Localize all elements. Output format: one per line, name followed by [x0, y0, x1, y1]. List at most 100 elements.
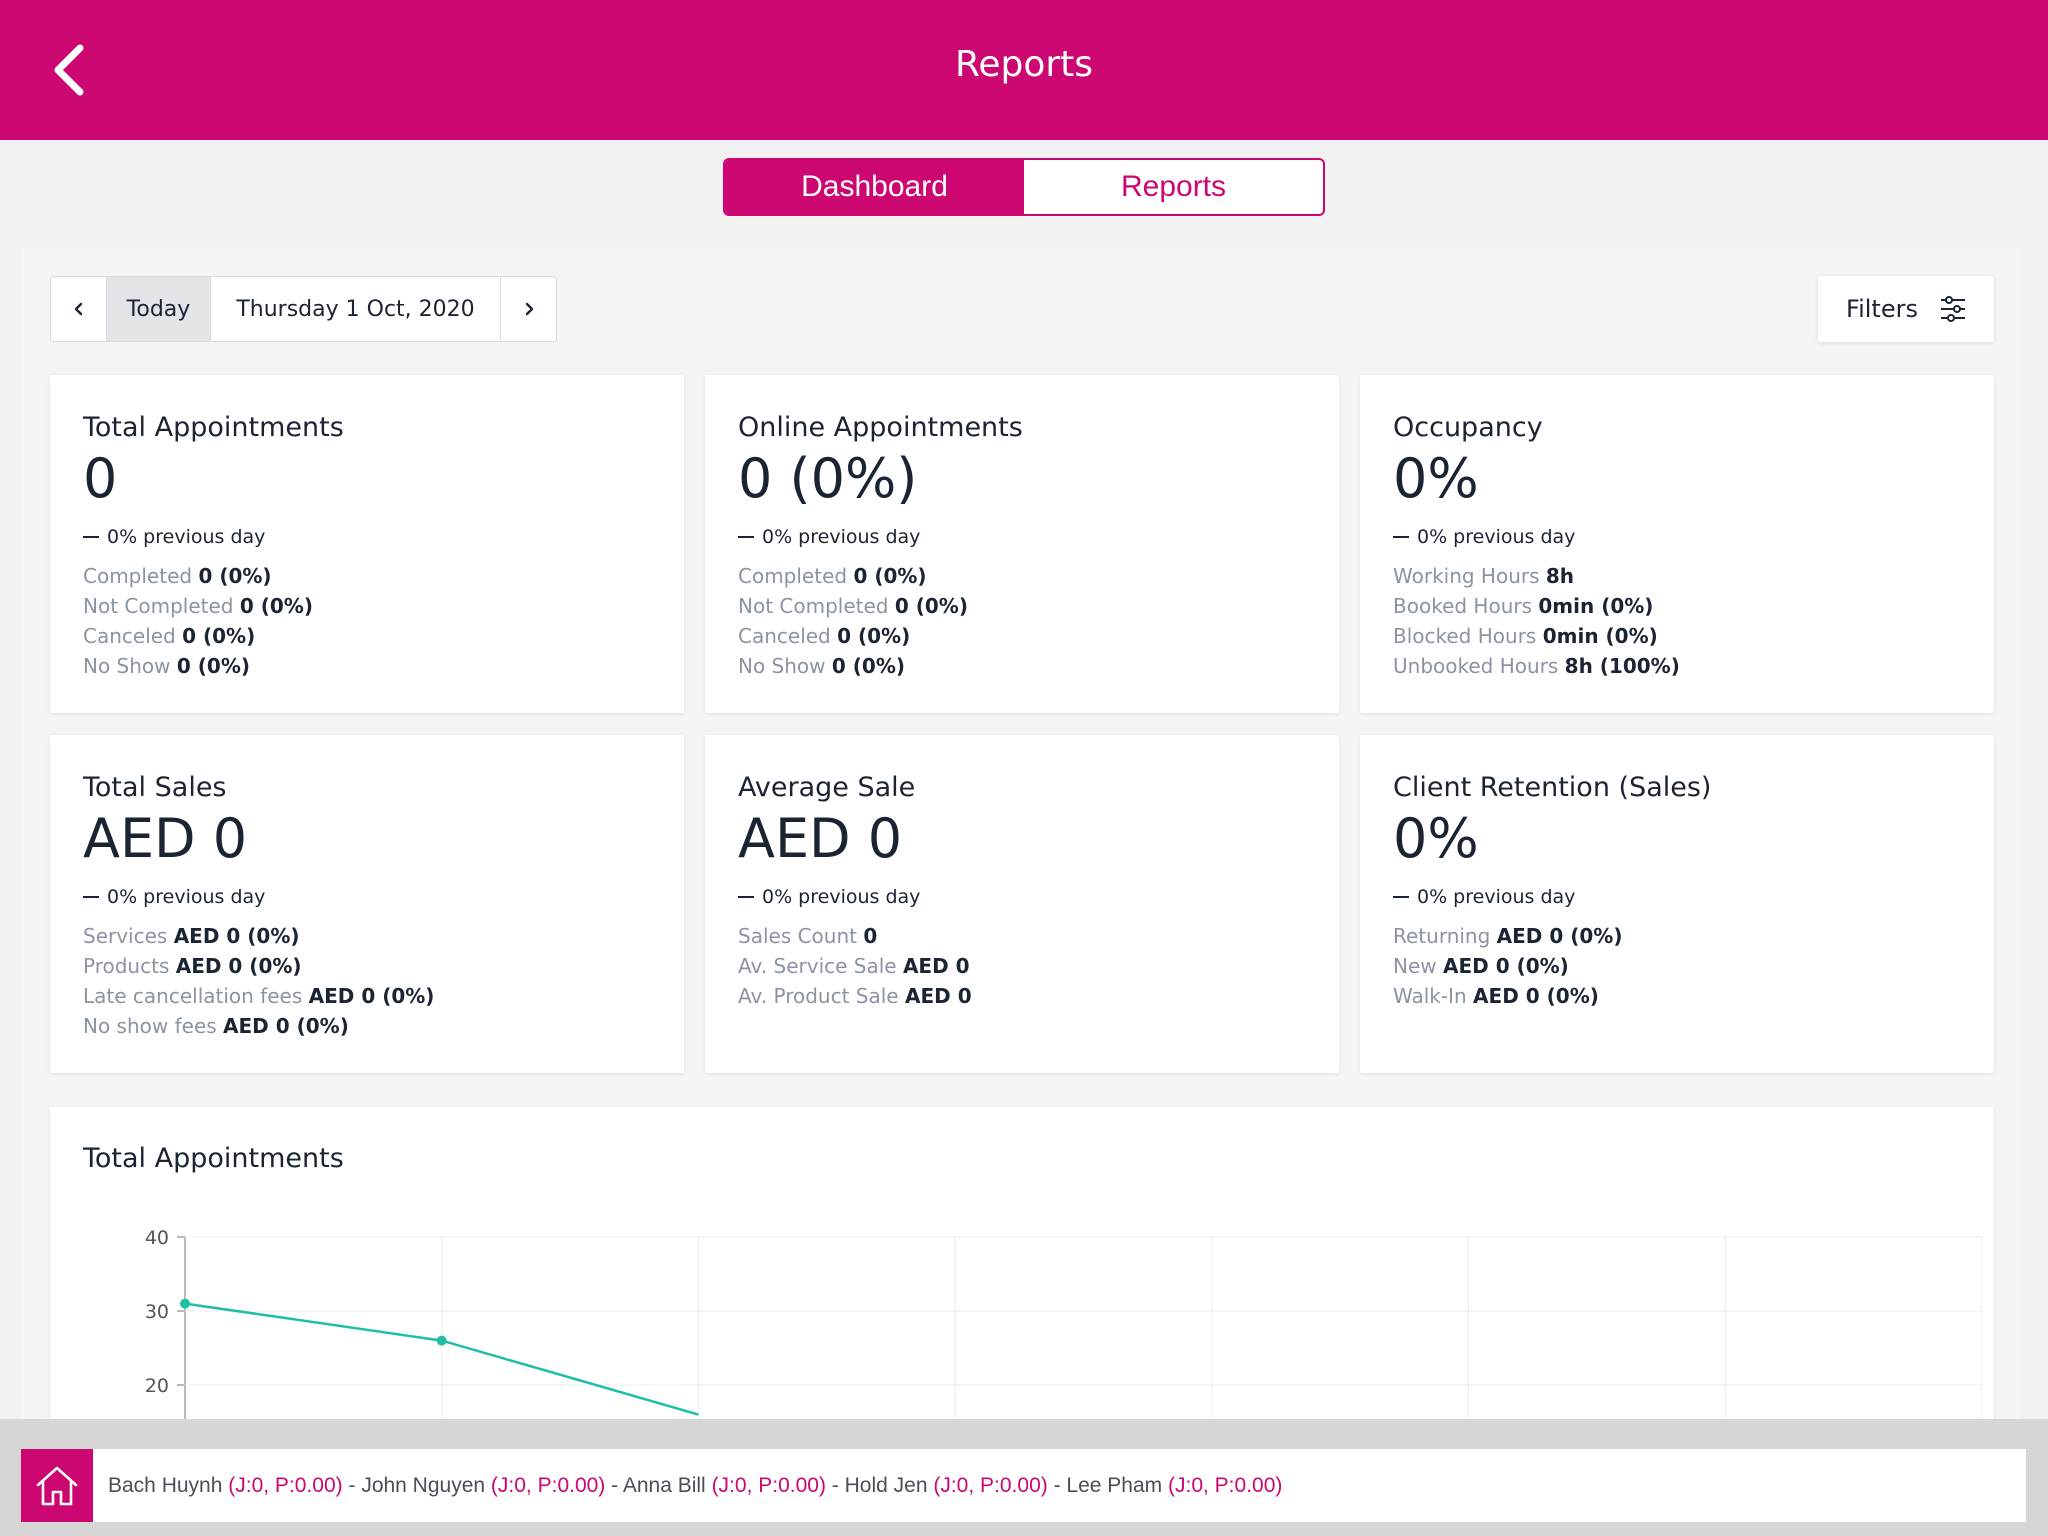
- staff-name: Bach Huynh: [108, 1473, 223, 1497]
- stat-value: AED 0 (0%): [308, 984, 435, 1008]
- stat-label: Not Completed: [738, 594, 889, 618]
- stat-value: AED 0 (0%): [175, 954, 302, 978]
- filters-label: Filters: [1846, 295, 1918, 323]
- stat-value: 0 (0%): [239, 594, 313, 618]
- stat-line: Canceled 0 (0%): [83, 621, 651, 651]
- dash-icon: [738, 896, 754, 898]
- staff-stat: (J:0, P:0.00): [490, 1473, 606, 1497]
- today-button[interactable]: Today: [106, 277, 211, 341]
- home-icon: [36, 1466, 78, 1505]
- stat-label: Av. Service Sale: [738, 954, 897, 978]
- stat-line: Completed 0 (0%): [738, 561, 1306, 591]
- stat-label: Late cancellation fees: [83, 984, 303, 1008]
- separator: -: [1047, 1473, 1067, 1497]
- y-tick-label: 30: [145, 1301, 169, 1323]
- separator: -: [342, 1473, 362, 1497]
- stat-label: Canceled: [83, 624, 176, 648]
- previous-day-text: 0% previous day: [107, 526, 266, 548]
- chevron-right-icon: [525, 302, 533, 316]
- previous-day-text: 0% previous day: [1417, 886, 1576, 908]
- stat-line: No Show 0 (0%): [83, 651, 651, 681]
- staff-stat: (J:0, P:0.00): [711, 1473, 826, 1497]
- staff-stat: (J:0, P:0.00): [933, 1473, 1048, 1497]
- card-value: 0: [83, 447, 118, 510]
- stat-line: Completed 0 (0%): [83, 561, 651, 591]
- stat-label: Blocked Hours: [1393, 624, 1537, 648]
- stat-label: Not Completed: [83, 594, 234, 618]
- stat-label: No Show: [738, 654, 826, 678]
- stat-value: 0 (0%): [837, 624, 911, 648]
- previous-day-button[interactable]: [51, 277, 106, 341]
- card-title: Total Sales: [83, 772, 227, 803]
- line-chart: 40 30 20: [145, 1227, 1983, 1419]
- stat-label: Completed: [738, 564, 848, 588]
- stat-line: Working Hours 8h: [1393, 561, 1961, 591]
- stat-value: AED 0 (0%): [1473, 984, 1599, 1008]
- stat-value: AED 0: [904, 984, 972, 1008]
- stat-value: 8h: [1545, 564, 1575, 588]
- stat-value: 0 (0%): [831, 654, 906, 678]
- stat-line: No show fees AED 0 (0%): [83, 1011, 651, 1041]
- home-button[interactable]: [21, 1449, 93, 1522]
- stat-line: Booked Hours 0min (0%): [1393, 591, 1961, 621]
- stat-value: 0min (0%): [1542, 624, 1658, 648]
- stat-value: 0 (0%): [182, 624, 256, 648]
- page-title: Reports: [954, 44, 1094, 85]
- stat-value: 0 (0%): [853, 564, 927, 588]
- stat-label: New: [1393, 954, 1437, 978]
- card-value: AED 0: [83, 807, 248, 870]
- stat-label: Canceled: [738, 624, 831, 648]
- y-tick-label: 40: [145, 1227, 169, 1249]
- separator: -: [825, 1473, 845, 1497]
- card-title: Occupancy: [1393, 412, 1543, 443]
- previous-day-text: 0% previous day: [762, 526, 921, 548]
- staff-stat: (J:0, P:0.00): [1168, 1473, 1283, 1497]
- card-occupancy: Occupancy 0% 0% previous day Working Hou…: [1360, 375, 1994, 713]
- view-segmented-control: Dashboard Reports: [723, 158, 1325, 216]
- next-day-button[interactable]: [501, 277, 556, 341]
- stat-label: Av. Product Sale: [738, 984, 899, 1008]
- top-app-bar: Reports: [0, 0, 2048, 140]
- filters-button[interactable]: Filters: [1818, 276, 1994, 342]
- card-average-sale: Average Sale AED 0 0% previous day Sales…: [705, 735, 1339, 1073]
- stat-line: Late cancellation fees AED 0 (0%): [83, 981, 651, 1011]
- stat-line: New AED 0 (0%): [1393, 951, 1961, 981]
- current-date[interactable]: Thursday 1 Oct, 2020: [211, 277, 501, 341]
- previous-day-change: 0% previous day: [1393, 885, 1961, 909]
- tab-dashboard[interactable]: Dashboard: [725, 160, 1024, 214]
- stat-value: 8h (100%): [1564, 654, 1680, 678]
- stat-label: No Show: [83, 654, 171, 678]
- stat-label: Returning: [1393, 924, 1491, 948]
- card-value: 0%: [1393, 807, 1479, 870]
- stat-line: Products AED 0 (0%): [83, 951, 651, 981]
- stat-label: No show fees: [83, 1014, 217, 1038]
- previous-day-change: 0% previous day: [1393, 525, 1961, 549]
- card-title: Client Retention (Sales): [1393, 772, 1712, 803]
- card-total-appointments: Total Appointments 0 0% previous day Com…: [50, 375, 684, 713]
- stat-line: No Show 0 (0%): [738, 651, 1306, 681]
- staff-stat: (J:0, P:0.00): [228, 1473, 343, 1497]
- dash-icon: [83, 896, 99, 898]
- dash-icon: [738, 536, 754, 538]
- tab-reports[interactable]: Reports: [1024, 160, 1323, 214]
- stat-value: AED 0 (0%): [1442, 954, 1569, 978]
- data-point: [436, 1335, 447, 1346]
- staff-name: Lee Pham: [1066, 1473, 1163, 1497]
- stat-line: Av. Service Sale AED 0: [738, 951, 1306, 981]
- stat-label: Unbooked Hours: [1393, 654, 1559, 678]
- y-tick-label: 20: [145, 1375, 169, 1397]
- stat-value: AED 0 (0%): [223, 1014, 349, 1038]
- stat-value: AED 0: [902, 954, 970, 978]
- dashboard-content: Today Thursday 1 Oct, 2020 Filters Total…: [21, 249, 2020, 1419]
- chevron-left-icon: [74, 302, 82, 316]
- stat-label: Walk-In: [1393, 984, 1467, 1008]
- staff-name: Hold Jen: [844, 1473, 928, 1497]
- stat-label: Sales Count: [738, 924, 857, 948]
- previous-day-change: 0% previous day: [738, 885, 1306, 909]
- stat-label: Completed: [83, 564, 193, 588]
- card-title: Average Sale: [738, 772, 916, 803]
- previous-day-change: 0% previous day: [83, 885, 651, 909]
- card-total-sales: Total Sales AED 0 0% previous day Servic…: [50, 735, 684, 1073]
- card-online-appointments: Online Appointments 0 (0%) 0% previous d…: [705, 375, 1339, 713]
- stat-line: Sales Count 0: [738, 921, 1306, 951]
